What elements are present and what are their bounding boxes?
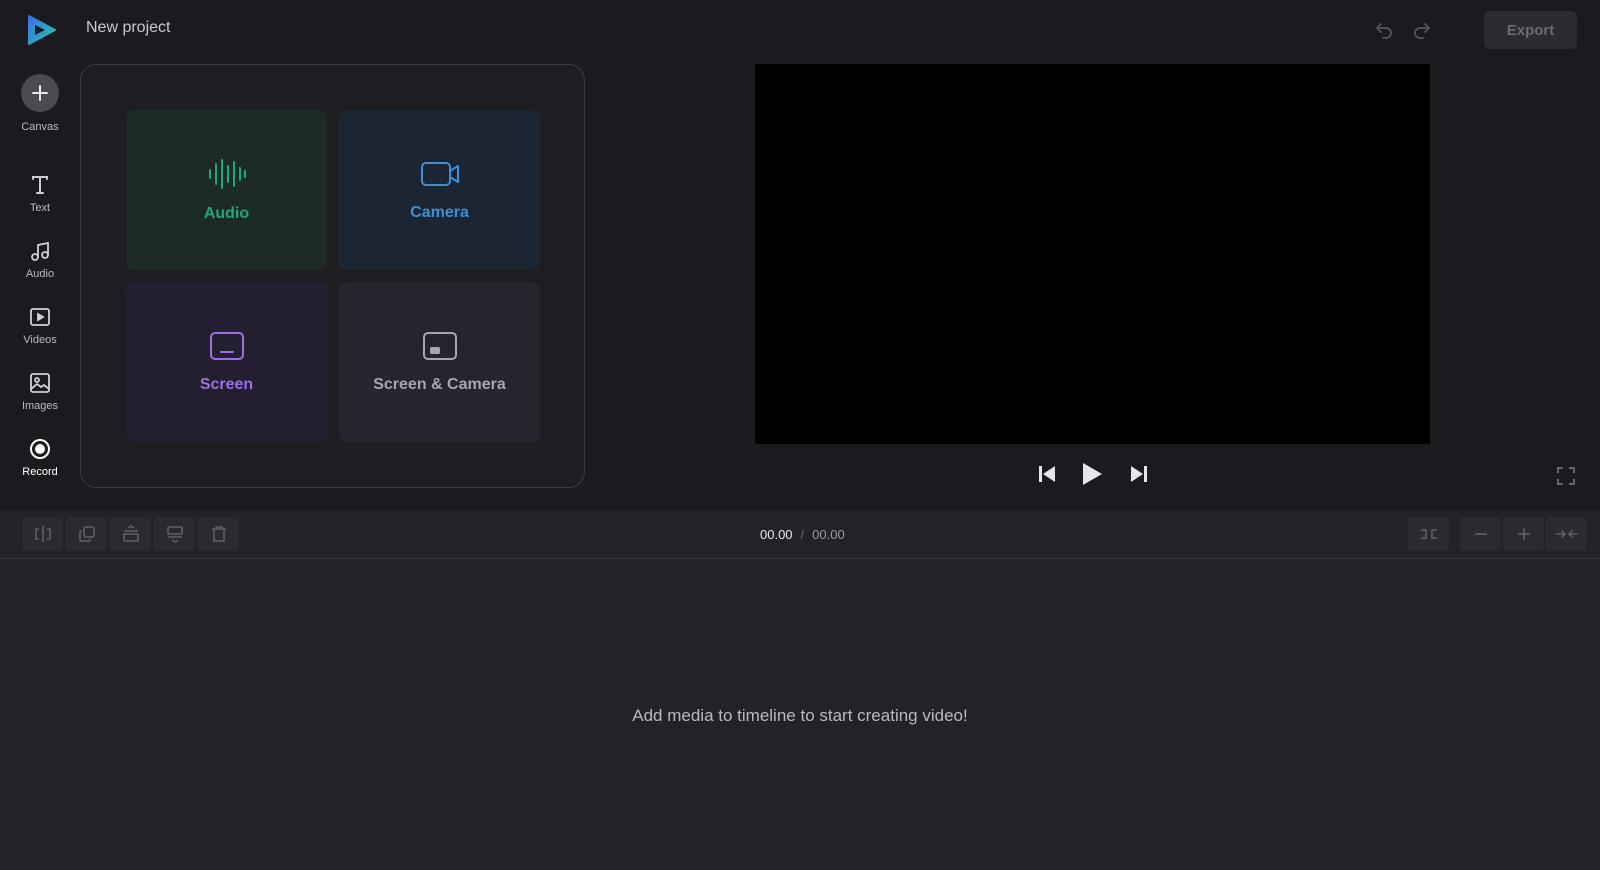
collapse-icon[interactable]	[1546, 517, 1587, 551]
delete-icon[interactable]	[198, 517, 239, 551]
record-audio-button[interactable]: Audio	[126, 110, 327, 270]
sidebar-item-canvas[interactable]: Canvas	[0, 74, 80, 133]
layer-down-icon[interactable]	[154, 517, 195, 551]
timeline[interactable]: Add media to timeline to start creating …	[0, 559, 1600, 870]
redo-icon[interactable]	[1410, 18, 1434, 42]
image-icon	[29, 372, 51, 394]
zoom-in-icon[interactable]	[1503, 517, 1544, 551]
sidebar-item-label: Text	[29, 202, 51, 214]
record-camera-button[interactable]: Camera	[339, 110, 540, 270]
sidebar-item-label: Canvas	[21, 121, 59, 133]
record-screen-camera-button[interactable]: Screen & Camera	[339, 282, 540, 442]
header: New project Export	[0, 0, 1600, 60]
app-logo-icon[interactable]	[24, 13, 58, 47]
sidebar-item-label: Videos	[23, 334, 57, 346]
record-screen-button[interactable]: Screen	[126, 282, 327, 442]
audio-waveform-icon	[207, 158, 247, 195]
sidebar-item-text[interactable]: Text	[0, 174, 80, 214]
total-time: 00.00	[812, 527, 845, 542]
undo-icon[interactable]	[1372, 18, 1396, 42]
fullscreen-icon[interactable]	[1556, 466, 1576, 491]
tile-label: Screen & Camera	[373, 375, 506, 393]
record-panel: Audio Camera Screen Screen & Camera	[80, 64, 585, 488]
screen-icon	[209, 331, 245, 366]
export-button[interactable]: Export	[1484, 11, 1577, 49]
skip-forward-icon[interactable]	[1128, 463, 1150, 485]
sidebar-item-label: Audio	[25, 268, 55, 280]
timeline-toolbar: 00.00 / 00.00	[0, 511, 1600, 559]
tile-label: Screen	[199, 375, 254, 393]
plus-icon	[21, 74, 59, 112]
text-icon	[29, 174, 51, 196]
tile-label: Audio	[203, 204, 250, 222]
music-note-icon	[29, 240, 51, 262]
video-preview[interactable]	[755, 64, 1430, 444]
current-time: 00.00	[760, 527, 793, 542]
project-title[interactable]: New project	[86, 19, 170, 37]
sidebar-item-label: Record	[22, 466, 58, 478]
sidebar-item-record[interactable]: Record	[0, 438, 80, 478]
camera-icon	[420, 159, 460, 194]
tile-label: Camera	[410, 203, 469, 221]
play-icon[interactable]	[1080, 461, 1104, 487]
fit-icon[interactable]	[1408, 517, 1449, 551]
duplicate-icon[interactable]	[66, 517, 107, 551]
sidebar-item-audio[interactable]: Audio	[0, 240, 80, 280]
time-display: 00.00 / 00.00	[760, 527, 845, 542]
layer-up-icon[interactable]	[110, 517, 151, 551]
record-icon	[29, 438, 51, 460]
sidebar: Canvas Text Audio Videos Images Record	[0, 60, 80, 500]
video-play-icon	[29, 306, 51, 328]
time-separator: /	[800, 527, 805, 542]
sidebar-item-images[interactable]: Images	[0, 372, 80, 412]
zoom-out-icon[interactable]	[1460, 517, 1501, 551]
sidebar-item-videos[interactable]: Videos	[0, 306, 80, 346]
screen-camera-icon	[422, 331, 458, 366]
timeline-empty-message: Add media to timeline to start creating …	[632, 706, 968, 725]
split-icon[interactable]	[22, 517, 63, 551]
skip-back-icon[interactable]	[1036, 463, 1058, 485]
sidebar-item-label: Images	[21, 400, 59, 412]
